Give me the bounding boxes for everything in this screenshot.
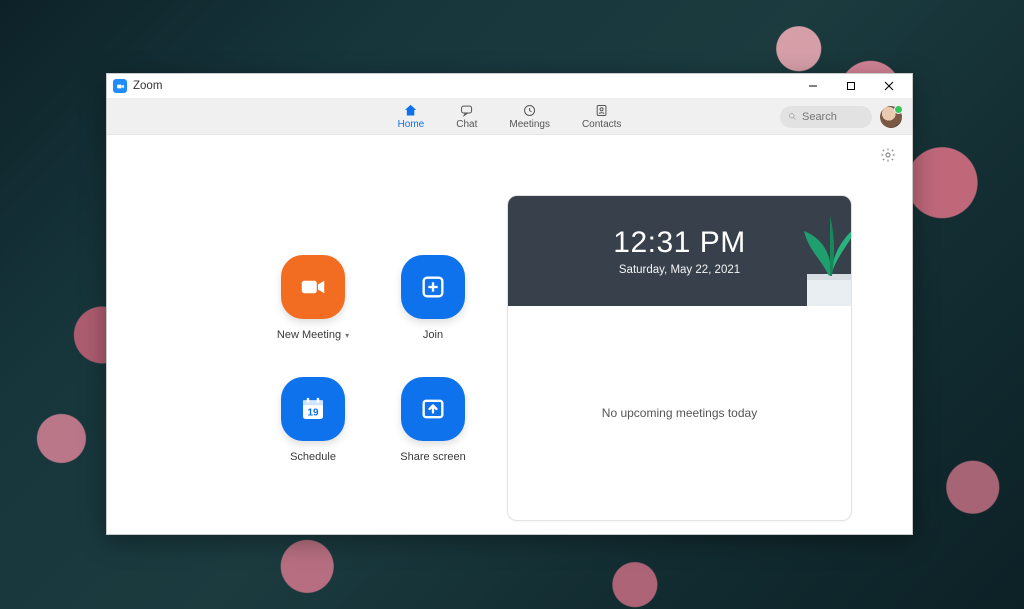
action-label: Share screen [400, 451, 465, 463]
tabs: Home Chat Meetings Contacts [392, 99, 628, 134]
home-icon [403, 103, 418, 118]
tab-contacts[interactable]: Contacts [576, 99, 627, 134]
search-icon [788, 111, 797, 122]
avatar[interactable] [880, 106, 902, 128]
maximize-button[interactable] [832, 74, 870, 99]
app-window: Zoom Home Chat [106, 73, 913, 535]
new-meeting-button[interactable]: New Meeting ▾ [253, 255, 373, 341]
chat-icon [459, 103, 474, 118]
search-input[interactable] [802, 111, 864, 123]
clock-icon [522, 103, 537, 118]
tab-label: Meetings [509, 119, 550, 130]
action-label: Join [423, 329, 443, 341]
calendar-icon: 19 [281, 377, 345, 441]
tab-label: Chat [456, 119, 477, 130]
tab-meetings[interactable]: Meetings [503, 99, 556, 134]
plant-illustration [759, 196, 851, 306]
titlebar: Zoom [107, 74, 912, 99]
no-meetings-text: No upcoming meetings today [602, 406, 757, 420]
action-grid: New Meeting ▾ Join 19 [253, 255, 493, 463]
content: New Meeting ▾ Join 19 [107, 135, 912, 534]
upcoming-panel: 12:31 PM Saturday, May 22, 2021 No upcom… [507, 195, 852, 521]
search-box[interactable] [780, 106, 872, 128]
window-title: Zoom [133, 80, 162, 92]
svg-text:19: 19 [307, 407, 319, 418]
plus-icon [401, 255, 465, 319]
tab-home[interactable]: Home [392, 99, 431, 134]
share-screen-button[interactable]: Share screen [373, 377, 493, 463]
action-label: New Meeting [277, 329, 341, 341]
clock-date: Saturday, May 22, 2021 [619, 264, 740, 276]
close-button[interactable] [870, 74, 908, 99]
minimize-button[interactable] [794, 74, 832, 99]
video-icon [281, 255, 345, 319]
tab-label: Contacts [582, 119, 621, 130]
settings-button[interactable] [880, 147, 896, 163]
action-label: Schedule [290, 451, 336, 463]
tab-chat[interactable]: Chat [450, 99, 483, 134]
panel-body: No upcoming meetings today [508, 306, 851, 520]
chevron-down-icon[interactable]: ▾ [345, 331, 349, 340]
schedule-button[interactable]: 19 Schedule [253, 377, 373, 463]
app-icon [113, 79, 127, 93]
toolbar: Home Chat Meetings Contacts [107, 99, 912, 135]
tab-label: Home [398, 119, 425, 130]
share-icon [401, 377, 465, 441]
contacts-icon [594, 103, 609, 118]
join-button[interactable]: Join [373, 255, 493, 341]
panel-header: 12:31 PM Saturday, May 22, 2021 [508, 196, 851, 306]
clock-time: 12:31 PM [613, 226, 745, 260]
